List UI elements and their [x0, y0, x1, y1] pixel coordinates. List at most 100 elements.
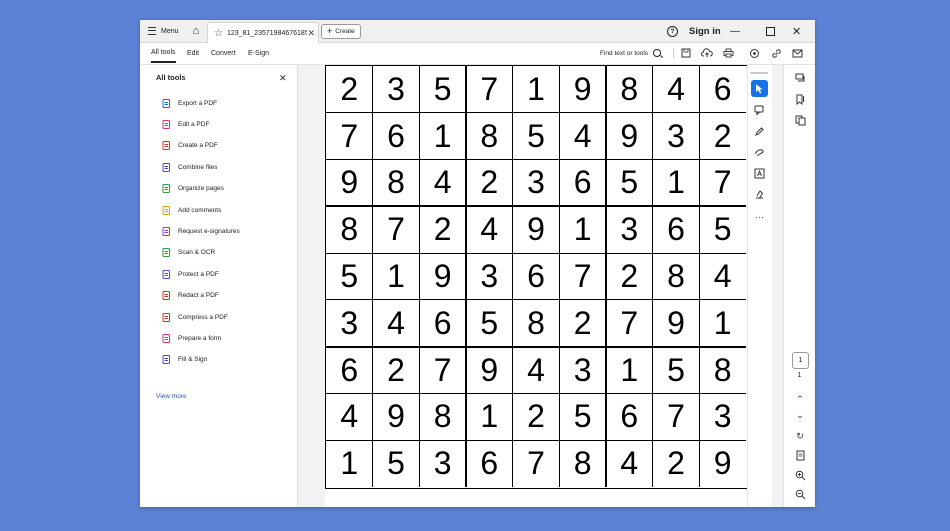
sign-in-button[interactable]: Sign in	[689, 20, 721, 42]
link-icon[interactable]	[769, 46, 783, 60]
right-sidebar: 1 1 ⌃ ⌄ ↻	[783, 65, 815, 507]
tool-item-add-comments[interactable]: Add comments	[162, 204, 221, 216]
current-page-input[interactable]: 1	[792, 352, 809, 369]
tab-esign[interactable]: E-Sign	[248, 43, 269, 63]
select-cursor-icon[interactable]	[751, 80, 768, 97]
grid-cell: 9	[620, 117, 639, 154]
zoom-in-icon[interactable]	[792, 467, 808, 483]
tool-item-protect-pdf[interactable]: Protect a PDF	[162, 268, 219, 280]
highlight-pen-icon[interactable]	[751, 123, 768, 140]
grid-cell: 1	[667, 164, 685, 201]
document-gutter	[298, 65, 325, 507]
grid-line-vertical	[372, 66, 374, 487]
comments-icon[interactable]	[792, 70, 808, 86]
tool-item-fill-sign[interactable]: Fill & Sign	[162, 354, 207, 366]
create-label: Create	[335, 28, 355, 35]
acrobat-window: Menu ⌂ ☆ 123_81_23571984676185... ✕ + Cr…	[140, 20, 815, 507]
close-panel-icon[interactable]: ✕	[279, 73, 287, 84]
view-more-link[interactable]: View more	[156, 393, 187, 400]
tool-item-prepare-form[interactable]: Prepare a form	[162, 332, 221, 344]
stamp-fill-icon[interactable]	[751, 186, 768, 203]
grid-cell: 2	[667, 445, 685, 482]
grid-cell: 4	[713, 257, 732, 294]
print-icon[interactable]	[721, 46, 735, 60]
grid-line-vertical	[418, 66, 420, 487]
find-label: Find text or tools	[600, 49, 649, 57]
upload-cloud-icon[interactable]	[700, 46, 714, 60]
document-tab[interactable]: ☆ 123_81_23571984676185... ✕	[207, 22, 319, 43]
zoom-out-icon[interactable]	[792, 486, 808, 502]
tool-item-combine-files[interactable]: Combine files	[162, 161, 217, 173]
help-button[interactable]: ?	[667, 20, 678, 42]
grid-cell: 1	[340, 445, 359, 482]
tab-convert[interactable]: Convert	[211, 43, 236, 63]
tab-edit[interactable]: Edit	[187, 43, 199, 63]
grid-line-vertical	[512, 66, 514, 487]
grid-cell: 7	[387, 211, 405, 248]
tool-item-create-pdf[interactable]: Create a PDF	[162, 140, 218, 152]
star-icon[interactable]: ☆	[214, 28, 223, 39]
home-icon[interactable]: ⌂	[188, 20, 204, 42]
minimize-icon[interactable]: —	[730, 20, 740, 42]
grid-cell: 1	[527, 70, 545, 107]
grid-cell: 7	[620, 304, 639, 341]
grid-cell: 7	[340, 117, 359, 154]
document-page: 2357198467618549329842365178724913655193…	[325, 65, 748, 507]
tool-item-edit-pdf[interactable]: Edit a PDF	[162, 118, 209, 130]
main-toolbar: All tools Edit Convert E-Sign Find text …	[140, 43, 815, 65]
save-icon[interactable]	[679, 46, 693, 60]
grid-cell: 3	[713, 398, 732, 435]
chevron-down-icon[interactable]: ⌄	[792, 407, 808, 423]
tool-item-export-pdf[interactable]: Export a PDF	[162, 97, 217, 109]
grid-cell: 7	[667, 398, 685, 435]
bookmarks-icon[interactable]	[792, 91, 808, 107]
grid-cell: 6	[340, 351, 359, 388]
grid-cell: 2	[480, 164, 499, 201]
edit-pdf-icon	[162, 119, 171, 129]
document-tab-name: 123_81_23571984676185...	[226, 29, 308, 37]
text-box-icon[interactable]	[751, 165, 768, 182]
grid-cell: 2	[340, 70, 359, 107]
more-tools-icon[interactable]: ···	[751, 208, 768, 225]
mail-icon[interactable]	[790, 46, 804, 60]
page-thumbnails-icon[interactable]	[792, 112, 808, 128]
grid-cell: 5	[340, 257, 359, 294]
tool-item-label: Export a PDF	[178, 99, 218, 107]
grid-cell: 2	[433, 211, 452, 248]
grid-cell: 9	[387, 398, 405, 435]
tool-item-request-esign[interactable]: Request e-signatures	[162, 225, 240, 237]
grid-cell: 3	[573, 351, 592, 388]
tool-item-compress-pdf[interactable]: Compress a PDF	[162, 311, 228, 323]
grid-line-horizontal	[326, 299, 746, 301]
rotate-icon[interactable]: ↻	[792, 428, 808, 444]
grid-cell: 5	[480, 304, 499, 341]
grid-cell: 4	[433, 164, 452, 201]
share-settings-icon[interactable]	[747, 46, 761, 60]
menu-button[interactable]: Menu	[148, 20, 179, 42]
find-text-tools[interactable]: Find text or tools	[600, 43, 662, 63]
tool-item-redact-pdf[interactable]: Redact a PDF	[162, 290, 219, 302]
grid-cell: 7	[713, 164, 732, 201]
search-icon	[653, 49, 662, 57]
tool-item-label: Combine files	[178, 163, 218, 171]
create-button[interactable]: + Create	[321, 24, 361, 39]
grid-cell: 7	[433, 351, 452, 388]
all-tools-panel: All tools ✕ Export a PDF Edit a PDF Create…	[140, 65, 298, 507]
tool-item-organize-pages[interactable]: Organize pages	[162, 183, 224, 195]
grid-cell: 1	[433, 117, 452, 154]
tool-item-scan-ocr[interactable]: Scan & OCR	[162, 247, 215, 259]
window-close-icon[interactable]: ✕	[792, 20, 801, 42]
add-comment-icon[interactable]	[751, 102, 768, 119]
grid-cell: 4	[620, 445, 639, 482]
close-tab-icon[interactable]: ✕	[307, 28, 315, 39]
maximize-button[interactable]	[766, 20, 775, 42]
grid-cell: 6	[527, 257, 545, 294]
grid-cell: 7	[480, 70, 499, 107]
chevron-up-icon[interactable]: ⌃	[792, 391, 808, 407]
page-display-icon[interactable]	[792, 447, 808, 463]
draw-freehand-icon[interactable]	[751, 144, 768, 161]
toolbar-divider	[673, 48, 674, 58]
hamburger-icon	[148, 27, 156, 35]
tab-all-tools[interactable]: All tools	[151, 43, 176, 63]
grid-cell: 5	[713, 211, 732, 248]
